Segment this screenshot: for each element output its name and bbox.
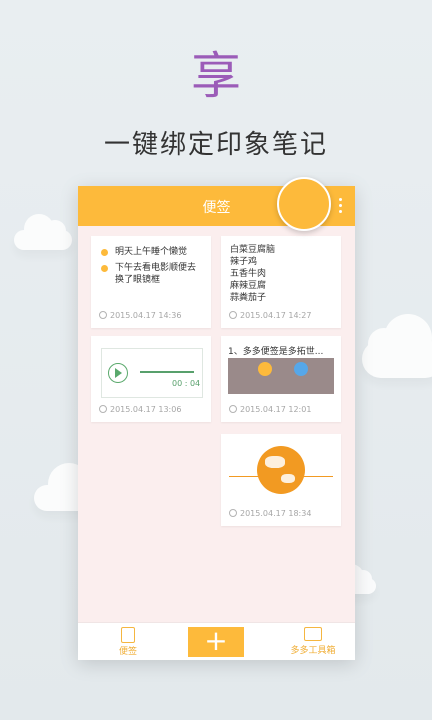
list-line: 辣子鸡 — [230, 257, 258, 267]
nav-notes-label: 便签 — [118, 647, 137, 657]
evernote-icon[interactable] — [277, 177, 331, 231]
note-image — [228, 358, 334, 394]
audio-duration: 00 : 04 — [172, 379, 201, 388]
note-timestamp: 2015.04.17 12:01 — [229, 405, 311, 414]
list-line: 蒜粪茄子 — [230, 293, 267, 303]
hero-subtitle: 一键绑定印象笔记 — [103, 130, 328, 160]
bullet-icon — [101, 249, 108, 256]
note-card-image[interactable]: 2015.04.17 18:34 — [221, 434, 341, 526]
progress-bar — [140, 371, 194, 373]
nav-toolbox-label: 多多工具箱 — [290, 646, 336, 656]
list-line: 五香牛肉 — [230, 269, 267, 279]
note-timestamp: 2015.04.17 14:36 — [99, 311, 181, 320]
nav-toolbox[interactable]: 多多工具箱 — [278, 627, 348, 656]
note-card-tools[interactable]: 1、多多便签是多拓世... 2015.04.17 12:01 — [221, 336, 341, 422]
toolbox-icon — [304, 627, 322, 641]
bullet-icon — [101, 265, 108, 272]
edit-icon — [258, 362, 272, 376]
nav-notes[interactable]: 便签 — [108, 627, 148, 657]
notes-icon — [121, 627, 135, 643]
todo-line: 明天上午睡个懒觉 — [115, 247, 188, 257]
note-card-audio[interactable]: 00 : 04 2015.04.17 13:06 — [91, 336, 211, 422]
todo-line: 换了眼镜框 — [115, 275, 161, 285]
add-note-button[interactable]: + — [188, 627, 244, 657]
clock-icon — [229, 405, 237, 413]
app-screen: 便签 明天上午睡个懒觉 下午去看电影顺便去 换了眼镜框 2015.04.17 1… — [78, 186, 355, 660]
note-card-list[interactable]: 白菜豆腐脑 辣子鸡 五香牛肉 麻辣豆腐 蒜粪茄子 2015.04.17 14:2… — [221, 236, 341, 328]
audio-player[interactable]: 00 : 04 — [101, 348, 203, 398]
cloud-decoration — [14, 214, 72, 250]
camera-icon — [294, 362, 308, 376]
play-icon[interactable] — [108, 363, 128, 383]
list-line: 白菜豆腐脑 — [230, 245, 276, 255]
note-timestamp: 2015.04.17 13:06 — [99, 405, 181, 414]
clock-icon — [229, 509, 237, 517]
note-timestamp: 2015.04.17 18:34 — [229, 509, 311, 518]
more-icon[interactable] — [339, 196, 343, 216]
clock-icon — [99, 405, 107, 413]
clock-icon — [229, 311, 237, 319]
clock-icon — [99, 311, 107, 319]
note-timestamp: 2015.04.17 14:27 — [229, 311, 311, 320]
todo-line: 下午去看电影顺便去 — [115, 263, 197, 273]
note-title: 1、多多便签是多拓世... — [228, 347, 324, 357]
list-line: 麻辣豆腐 — [230, 281, 267, 291]
cloud-decoration — [362, 314, 432, 378]
globe-icon — [257, 446, 305, 494]
note-card-todo[interactable]: 明天上午睡个懒觉 下午去看电影顺便去 换了眼镜框 2015.04.17 14:3… — [91, 236, 211, 328]
note-image — [229, 444, 333, 499]
hero-character: 享 — [191, 47, 241, 105]
bottom-navigation: 便签 + 多多工具箱 — [78, 622, 355, 660]
